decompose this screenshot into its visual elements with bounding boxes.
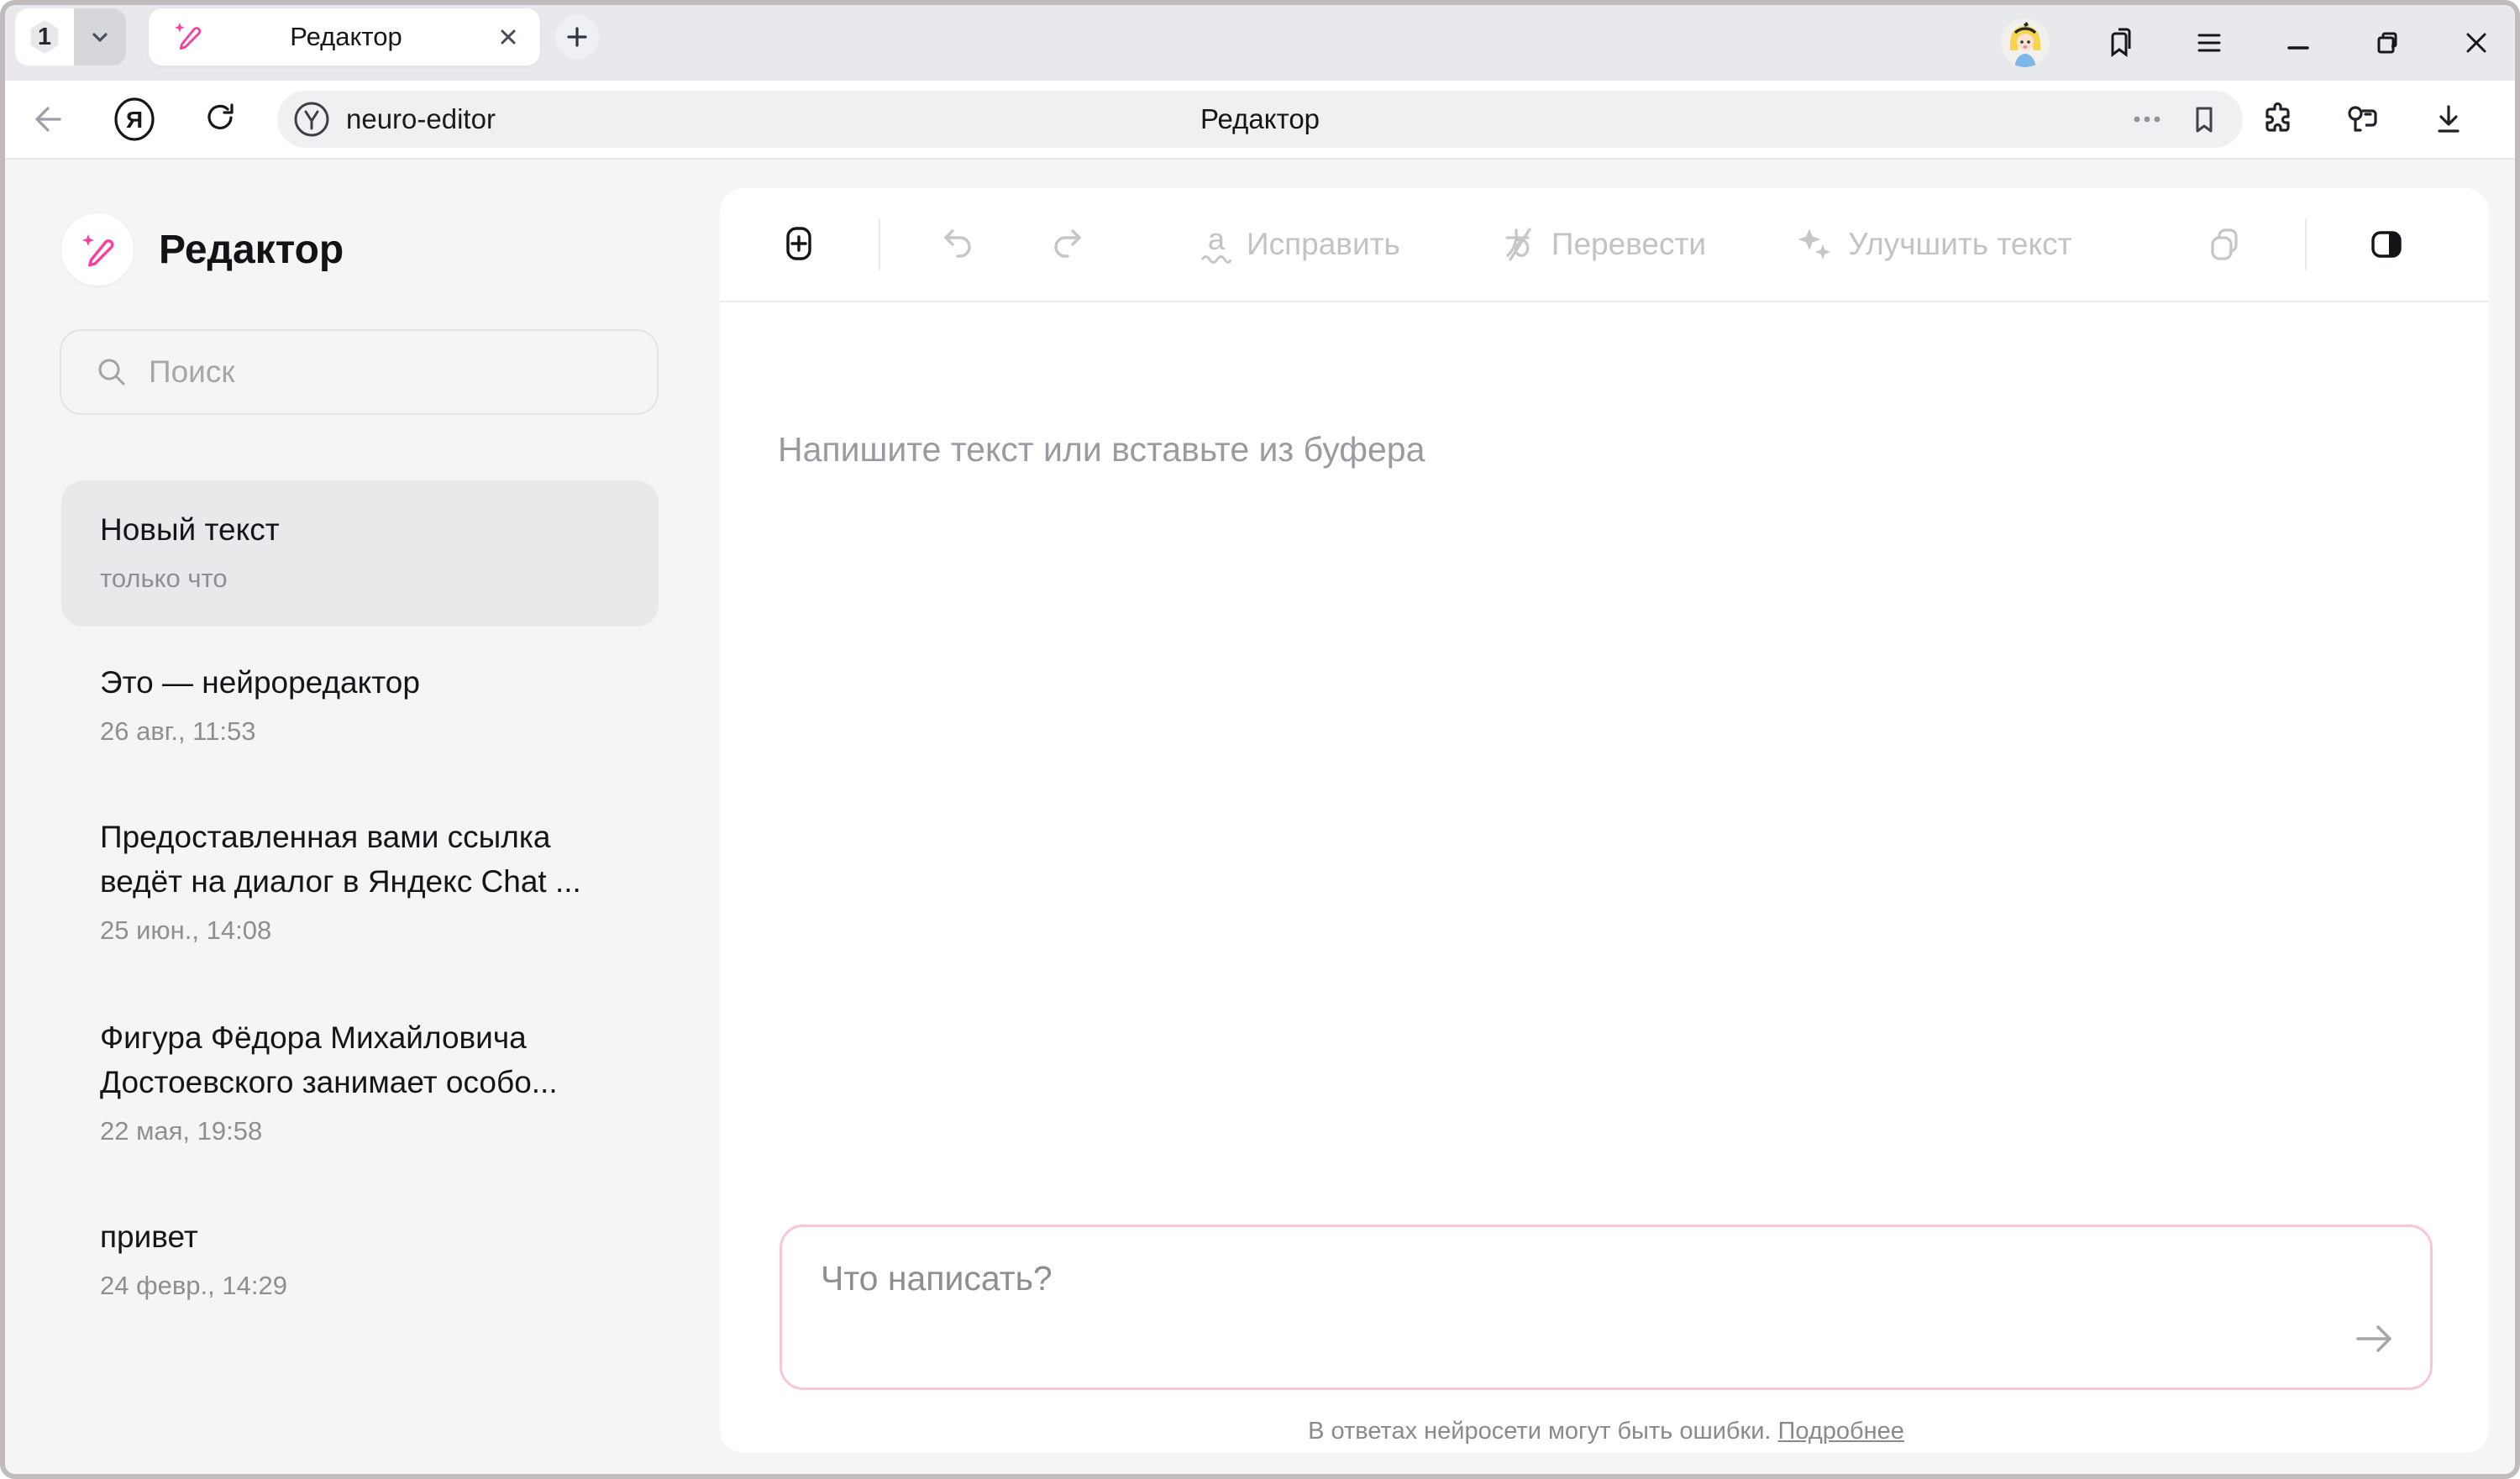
copy-icon	[2205, 225, 2244, 264]
document-title: Новый текст	[100, 507, 587, 552]
tab-group-expand-button[interactable]	[74, 8, 126, 66]
send-arrow-icon	[2351, 1315, 2398, 1362]
document-meta: 22 мая, 19:58	[100, 1116, 659, 1146]
page-title: Редактор	[277, 103, 2243, 135]
extensions-puzzle-icon[interactable]	[2258, 100, 2297, 139]
new-document-button[interactable]	[780, 223, 818, 265]
fix-text-label: Исправить	[1247, 227, 1400, 262]
bookmarks-panel-button[interactable]	[2102, 24, 2139, 61]
undo-icon	[938, 224, 979, 265]
browser-tab[interactable]: Редактор	[149, 8, 540, 66]
back-button[interactable]	[21, 81, 71, 158]
close-icon	[495, 24, 522, 50]
tab-bar: 1 Редактор	[5, 5, 2515, 81]
document-meta: только что	[100, 564, 659, 594]
translate-label: Перевести	[1551, 227, 1706, 262]
side-panel-icon	[2367, 225, 2406, 264]
magic-pencil-icon	[77, 229, 118, 270]
prompt-input-box[interactable]	[780, 1225, 2433, 1390]
refresh-icon	[201, 99, 241, 139]
document-meta: 25 июн., 14:08	[100, 915, 659, 946]
spellcheck-icon: а	[1200, 225, 1233, 264]
editor-card: а Исправить Перевести Улучшить текст	[720, 188, 2489, 1453]
yandex-home-button[interactable]: Я	[109, 81, 160, 158]
document-title: Предоставленная вами ссылка ведёт на диа…	[100, 815, 587, 904]
sparkles-icon	[1794, 224, 1835, 265]
improve-text-button[interactable]: Улучшить текст	[1794, 224, 2071, 265]
bookmark-flag-icon[interactable]	[2187, 102, 2221, 136]
svg-text:Я: Я	[126, 107, 143, 133]
downloads-icon[interactable]	[2429, 100, 2468, 139]
improve-text-label: Улучшить текст	[1848, 227, 2071, 262]
document-title: привет	[100, 1214, 587, 1259]
app-brand: Редактор	[61, 213, 344, 286]
translate-button[interactable]: Перевести	[1498, 224, 1706, 265]
browser-menu-button[interactable]	[2191, 24, 2228, 61]
user-avatar[interactable]	[2001, 18, 2050, 67]
undo-button[interactable]	[938, 224, 979, 265]
tab-close-button[interactable]	[495, 24, 522, 50]
translate-icon	[1498, 224, 1538, 265]
window-minimize-button[interactable]	[2280, 24, 2317, 61]
redo-button[interactable]	[1047, 224, 1087, 265]
app-logo	[61, 213, 134, 286]
yandex-logo-icon: Я	[111, 96, 158, 143]
document-item[interactable]: Это — нейроредактор 26 авг., 11:53	[61, 660, 659, 747]
redo-icon	[1047, 224, 1087, 265]
refresh-button[interactable]	[196, 81, 246, 158]
document-item[interactable]: Предоставленная вами ссылка ведёт на диа…	[61, 815, 659, 946]
address-bar-row: Я neuro-editor Редактор	[5, 81, 2515, 160]
document-meta: 26 авг., 11:53	[100, 716, 659, 747]
browser-action-icons	[2258, 81, 2468, 158]
restore-icon	[2369, 24, 2406, 61]
tab-group-badge: 1	[29, 20, 60, 54]
minimize-icon	[2280, 24, 2317, 61]
new-document-icon	[780, 223, 818, 265]
back-arrow-icon	[27, 100, 66, 139]
passwords-key-icon[interactable]	[2344, 100, 2382, 139]
hamburger-menu-icon	[2191, 24, 2228, 61]
more-options-icon[interactable]	[2130, 102, 2164, 136]
editor-toolbar: а Исправить Перевести Улучшить текст	[720, 188, 2489, 302]
tab-group-button[interactable]: 1	[15, 8, 74, 66]
toolbar-divider	[879, 219, 880, 270]
app-title: Редактор	[159, 227, 344, 273]
tab-group-control: 1	[15, 8, 126, 66]
ai-disclaimer: В ответах нейросети могут быть ошибки. По…	[780, 1418, 2433, 1445]
toolbar-divider	[2305, 219, 2307, 270]
disclaimer-text: В ответах нейросети могут быть ошибки.	[1308, 1418, 1771, 1445]
tab-bar-right-controls	[2001, 5, 2495, 81]
document-title: Фигура Фёдора Михайловича Достоевского з…	[100, 1015, 587, 1104]
bookmarks-icon	[2102, 24, 2139, 61]
chevron-down-icon	[87, 24, 113, 50]
prompt-textarea[interactable]	[782, 1227, 2430, 1387]
document-item[interactable]: привет 24 февр., 14:29	[61, 1214, 659, 1301]
copy-button[interactable]	[2205, 225, 2244, 264]
editor-placeholder[interactable]: Напишите текст или вставьте из буфера	[778, 430, 1425, 469]
window-restore-button[interactable]	[2369, 24, 2406, 61]
address-bar[interactable]: neuro-editor Редактор	[277, 91, 2243, 148]
document-meta: 24 февр., 14:29	[100, 1271, 659, 1301]
window-close-button[interactable]	[2458, 24, 2495, 61]
document-title: Это — нейроредактор	[100, 660, 587, 705]
tab-title: Редактор	[204, 22, 495, 52]
plus-icon	[559, 18, 596, 55]
send-button[interactable]	[2351, 1315, 2398, 1362]
browser-window: 1 Редактор	[0, 0, 2520, 1479]
search-box[interactable]	[60, 329, 659, 415]
search-input[interactable]	[149, 354, 637, 390]
search-icon	[93, 354, 130, 391]
document-item[interactable]: Фигура Фёдора Михайловича Достоевского з…	[61, 1015, 659, 1146]
details-link[interactable]: Подробнее	[1778, 1418, 1904, 1445]
neuro-editor-page: Редактор Новый текст только что Это — не…	[5, 161, 2515, 1474]
new-tab-button[interactable]	[555, 15, 599, 59]
fix-text-button[interactable]: а Исправить	[1200, 225, 1400, 264]
close-icon	[2458, 24, 2495, 61]
document-item[interactable]: Новый текст только что	[61, 480, 659, 627]
magic-pencil-icon	[171, 18, 204, 56]
toggle-side-panel-button[interactable]	[2367, 225, 2406, 264]
